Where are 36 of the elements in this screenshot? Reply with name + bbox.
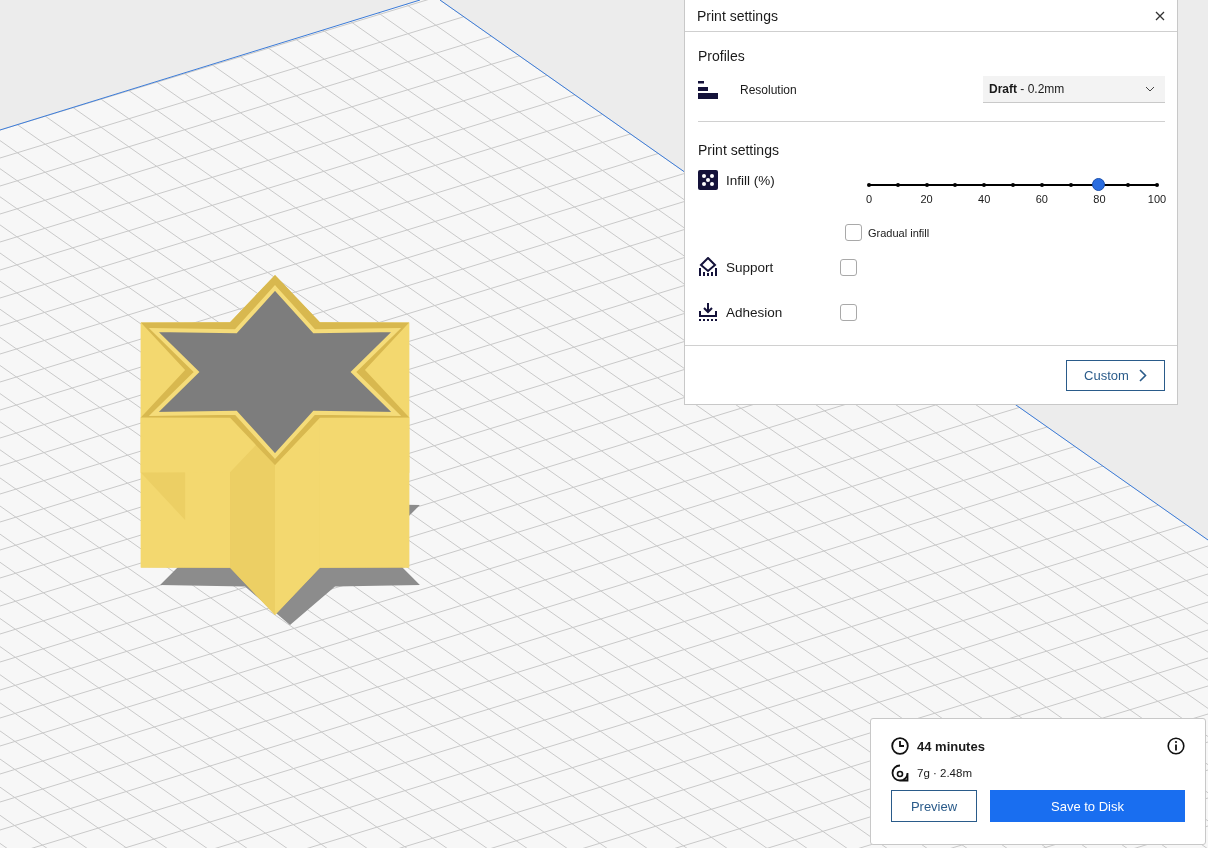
tick-label: 60 <box>1035 193 1048 205</box>
checkbox[interactable] <box>840 258 857 276</box>
preview-button[interactable]: Preview <box>891 790 977 822</box>
chevron-icon <box>1138 368 1147 382</box>
adhesion-label: Adhesion <box>726 304 783 320</box>
close-icon[interactable] <box>1155 10 1165 21</box>
tick-label: 80 <box>1093 193 1106 205</box>
resolution-dropdown[interactable]: Draft - 0.2mm <box>983 76 1165 103</box>
support-label: Support <box>726 259 774 275</box>
checkbox[interactable] <box>840 303 857 321</box>
infill-slider[interactable]: 0 20 40 60 80 100 <box>861 177 1165 214</box>
tick-label: 100 <box>1147 193 1167 205</box>
slider-thumb[interactable] <box>1092 178 1106 191</box>
info-icon[interactable] <box>1167 737 1185 755</box>
checkbox[interactable] <box>845 224 862 241</box>
custom-button[interactable]: Custom <box>1066 359 1165 391</box>
tick-label: 0 <box>865 193 873 205</box>
spool-icon <box>891 764 909 782</box>
section-heading: Print settings <box>698 142 780 158</box>
save-button[interactable]: Save to Disk <box>990 790 1185 822</box>
print-time: 44 minutes <box>917 738 986 754</box>
infill-label: Infill (%) <box>726 172 775 188</box>
star-model[interactable] <box>140 275 420 625</box>
section-heading: Profiles <box>698 48 746 64</box>
adhesion-icon <box>698 302 718 322</box>
material-usage: 7g · 2.48m <box>917 767 972 779</box>
infill-icon <box>698 170 718 190</box>
caret-icon <box>1145 86 1155 92</box>
support-icon <box>698 257 718 277</box>
layers-icon <box>698 80 718 99</box>
resolution-label: Resolution <box>740 82 798 97</box>
gradual-infill-label: Gradual infill <box>868 226 930 239</box>
panel-title: Print settings <box>697 7 778 24</box>
clock-icon <box>891 737 909 755</box>
tick-label: 40 <box>978 193 991 205</box>
tick-label: 20 <box>920 193 933 205</box>
